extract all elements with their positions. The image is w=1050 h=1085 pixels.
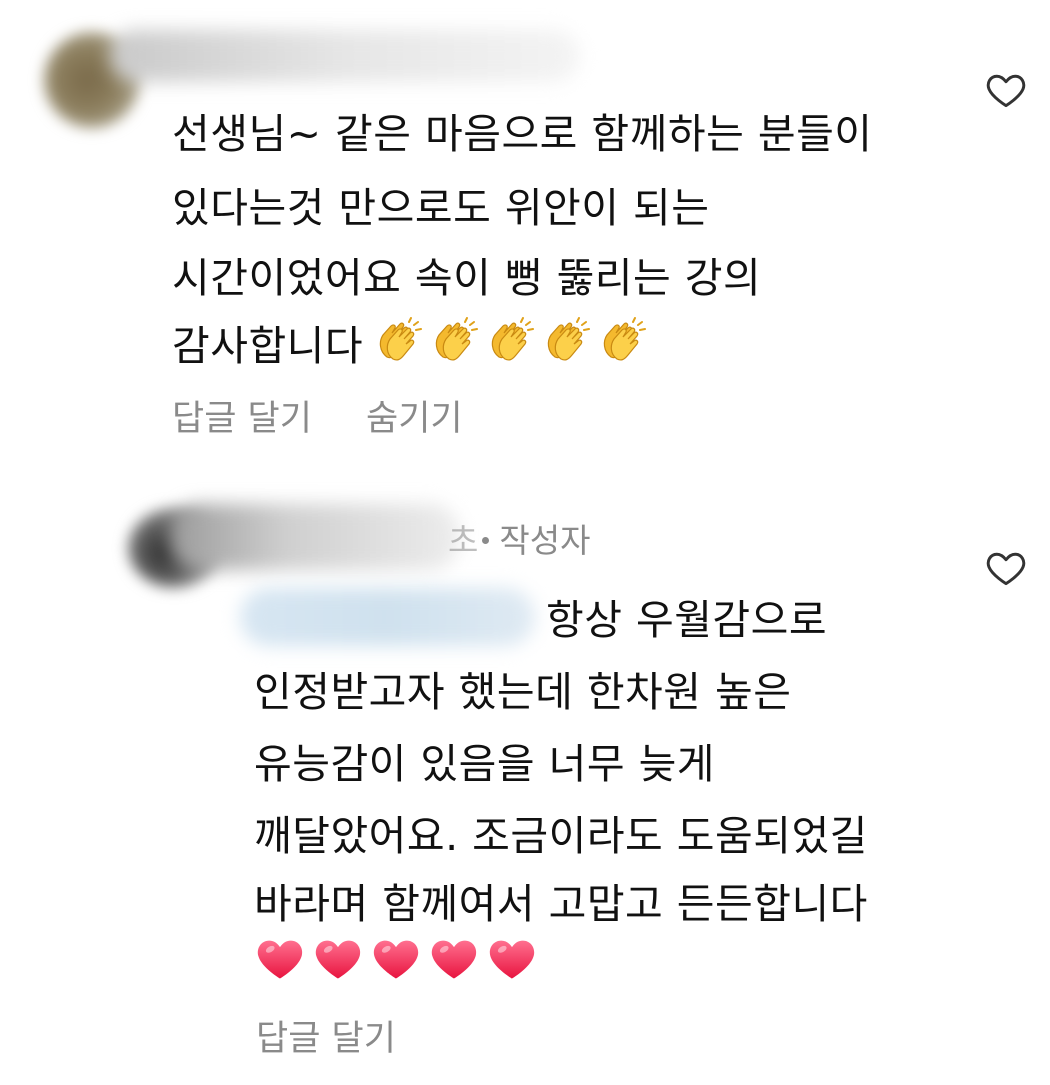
redacted-username: [170, 504, 460, 570]
comment-meta: 초 작성자: [448, 514, 590, 562]
comment-text-line: 인정받고자 했는데 한차원 높은: [254, 668, 792, 716]
red-heart-icon: [312, 932, 364, 998]
comment-text-line: 깨달았어요. 조금이라도 도움되었길: [254, 812, 868, 860]
author-badge: 작성자: [499, 521, 591, 560]
comment-text-line: 바라며 함께여서 고맙고 든든합니다: [254, 880, 868, 928]
red-heart-icon: [370, 932, 422, 998]
comment-text-line: 유능감이 있음을 너무 늦게: [254, 740, 716, 788]
like-heart-icon[interactable]: [984, 546, 1028, 590]
reply-button[interactable]: 답글 달기: [256, 1010, 396, 1061]
separator-dot: [482, 537, 490, 544]
red-heart-icon: [428, 932, 480, 998]
redacted-mention: [240, 588, 535, 646]
comment-text-line: 항상 우월감으로: [546, 596, 828, 644]
timestamp: 초: [448, 521, 479, 560]
red-heart-icon: [486, 932, 538, 998]
red-heart-icon: [254, 932, 306, 998]
heart-emoji-row: [254, 932, 544, 998]
comment-2: 초 작성자 항상 우월감으로 인정받고자 했는데 한차원 높은 유능감이 있음을 …: [0, 0, 1050, 1085]
